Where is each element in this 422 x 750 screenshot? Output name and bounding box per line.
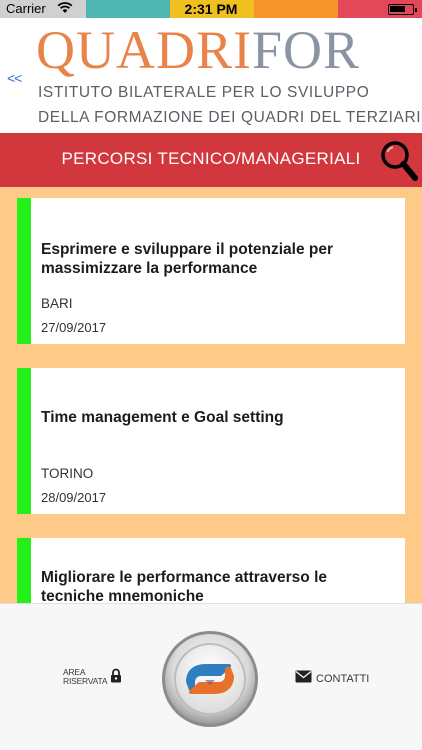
envelope-icon [295,670,312,688]
area-riservata-button[interactable]: AREA RISERVATA [63,666,122,688]
search-button[interactable] [379,138,419,182]
section-title: PERCORSI TECNICO/MANAGERIALI [61,149,361,168]
logo-subtitle-line1: ISTITUTO BILATERALE PER LO SVILUPPO [38,84,370,101]
course-city: BARI [41,296,73,311]
card-accent-bar [17,368,31,514]
course-card[interactable]: Esprimere e sviluppare il potenziale per… [17,198,405,344]
status-bar: Carrier 2:31 PM [0,0,422,18]
back-button[interactable]: << [7,70,22,86]
quadrifor-logo: QUADRIFOR ISTITUTO BILATERALE PER LO SVI… [36,22,422,132]
course-date: 28/09/2017 [41,490,107,505]
clock-label: 2:31 PM [184,1,238,17]
logo-wordmark-part2: FOR [252,20,361,80]
battery-icon [388,4,417,15]
area-riservata-label: AREA RISERVATA [63,668,108,686]
card-accent-bar [17,198,31,344]
course-title: Esprimere e sviluppare il potenziale per… [41,241,334,277]
course-date: 27/09/2017 [41,320,107,335]
quadrifor-logo-icon [162,631,258,727]
course-card[interactable]: Time management e Goal setting TORINO 28… [17,368,405,514]
card-accent-bar [17,538,31,603]
area-riservata-label-line2: RISERVATA [63,676,108,686]
course-list[interactable]: Esprimere e sviluppare il potenziale per… [0,187,422,603]
logo-wordmark-part1: QUADRI [36,20,252,80]
course-city: TORINO [41,466,94,481]
home-logo-button[interactable] [161,630,259,728]
section-title-bar: PERCORSI TECNICO/MANAGERIALI [0,133,422,187]
logo-subtitle-line2: DELLA FORMAZIONE DEI QUADRI DEL TERZIARI… [38,109,422,126]
course-card[interactable]: Migliorare le performance attraverso le … [17,538,405,603]
app-header: << QUADRIFOR ISTITUTO BILATERALE PER LO … [0,18,422,133]
course-title: Time management e Goal setting [41,409,284,426]
course-title: Migliorare le performance attraverso le … [41,569,328,603]
bottom-navigation: AREA RISERVATA CONTATTI [0,603,422,750]
contatti-button[interactable]: CONTATTI [295,670,369,688]
lock-icon [110,668,122,688]
magnifier-icon [381,141,418,181]
contatti-label: CONTATTI [316,673,370,685]
logo-wordmark: QUADRIFOR [36,22,360,78]
